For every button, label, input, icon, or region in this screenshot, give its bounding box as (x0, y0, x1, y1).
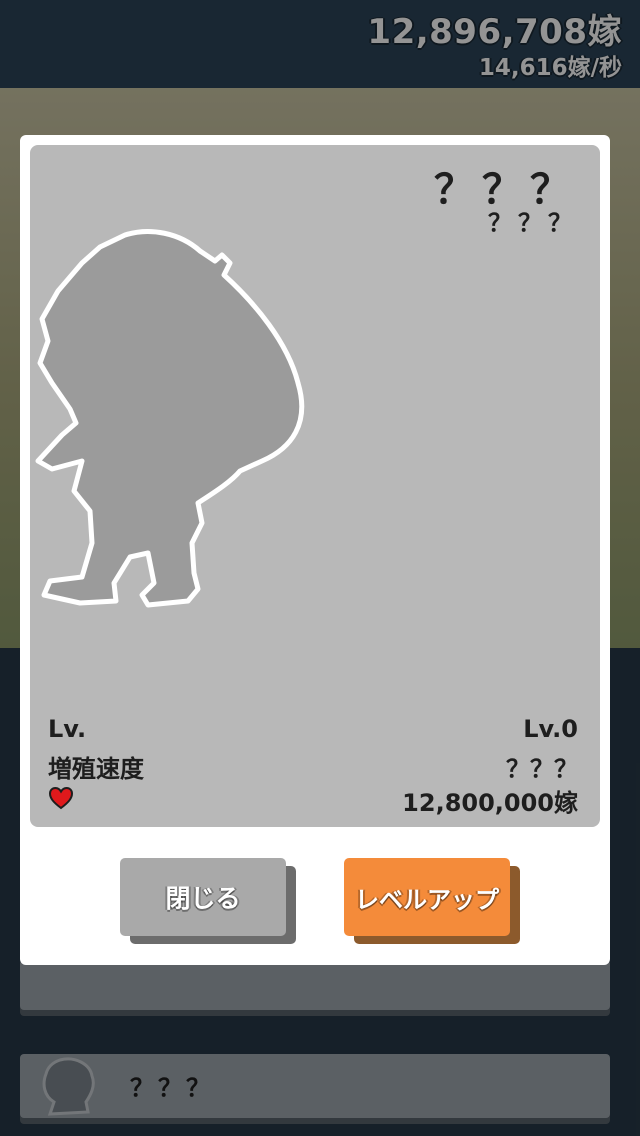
level-label: Lv. (48, 715, 87, 743)
character-silhouette-icon (35, 229, 305, 608)
character-card: ？？？ ？？？ Lv. Lv.0 増殖速度 ？？？ 12,800,000嫁 (30, 145, 600, 827)
level-value: Lv.0 (523, 715, 578, 743)
speed-value: ？？？ (506, 755, 578, 783)
close-button[interactable]: 閉じる (120, 858, 286, 936)
heart-icon (48, 786, 74, 810)
character-subtitle: ？？？ (488, 209, 578, 237)
character-detail-dialog: ？？？ ？？？ Lv. Lv.0 増殖速度 ？？？ 12,800,000嫁 閉じ… (20, 135, 610, 965)
speed-label: 増殖速度 (48, 755, 144, 783)
level-up-button[interactable]: レベルアップ (344, 858, 510, 936)
levelup-cost: 12,800,000嫁 (402, 789, 578, 817)
